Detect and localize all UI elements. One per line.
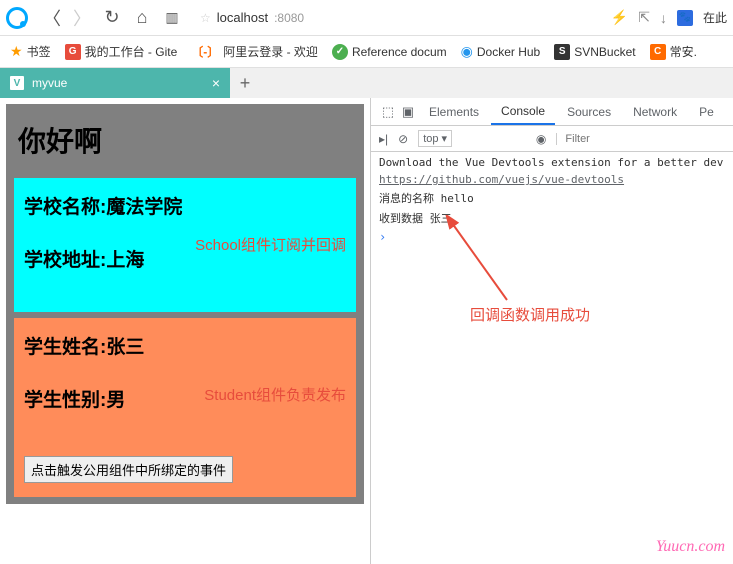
log-line: 消息的名称 hello	[379, 190, 725, 206]
context-select[interactable]: top ▾	[418, 130, 452, 147]
reader-button[interactable]: ▥	[162, 9, 182, 26]
greeting-heading: 你好啊	[14, 112, 356, 178]
school-annotation: School组件订阅并回调	[195, 234, 346, 255]
docker-icon: ◉	[461, 43, 473, 60]
tab-network[interactable]: Network	[623, 98, 687, 125]
bookmarks-bar: ★ 书签 G 我的工作台 - Gite 〔-〕 阿里云登录 - 欢迎 ✓ Ref…	[0, 36, 733, 68]
url-port: :8080	[274, 11, 304, 25]
tab-title: myvue	[32, 76, 204, 90]
vue-devtools-link[interactable]: https://github.com/vuejs/vue-devtools	[379, 173, 624, 186]
bookmark-gitee[interactable]: G 我的工作台 - Gite	[65, 43, 178, 60]
clear-console-icon[interactable]: ⊘	[398, 132, 408, 146]
trigger-event-button[interactable]: 点击触发公用组件中所绑定的事件	[24, 456, 233, 483]
reference-icon: ✓	[332, 44, 348, 60]
vue-icon: V	[10, 76, 24, 90]
browser-right-controls: ⚡ ⇱ ↓ 🐾 在此	[611, 9, 727, 26]
flash-icon[interactable]: ⚡	[611, 9, 628, 26]
home-button[interactable]: ⌂	[132, 7, 152, 28]
changan-icon: C	[650, 44, 666, 60]
filter-input[interactable]	[556, 133, 725, 145]
browser-logo	[6, 7, 28, 29]
share-icon[interactable]: ⇱	[638, 9, 650, 26]
tab-performance[interactable]: Pe	[689, 98, 724, 125]
url-bar[interactable]: ☆ localhost :8080	[200, 10, 601, 25]
bookmark-svn[interactable]: S SVNBucket	[554, 44, 635, 60]
paw-icon[interactable]: 🐾	[677, 10, 693, 26]
app-root: 你好啊 学校名称:魔法学院 学校地址:上海 School组件订阅并回调 学生姓名…	[6, 104, 364, 504]
console-log: Download the Vue Devtools extension for …	[371, 152, 733, 248]
school-name: 学校名称:魔法学院	[24, 192, 346, 219]
back-button[interactable]: 〈	[42, 5, 62, 31]
right-text: 在此	[703, 9, 727, 26]
url-host: localhost	[217, 10, 268, 25]
console-toolbar: ▸| ⊘ top ▾ ◉	[371, 126, 733, 152]
page-viewport: 你好啊 学校名称:魔法学院 学校地址:上海 School组件订阅并回调 学生姓名…	[0, 98, 370, 564]
tab-sources[interactable]: Sources	[557, 98, 621, 125]
bookmark-aliyun[interactable]: 〔-〕 阿里云登录 - 欢迎	[191, 43, 318, 60]
browser-top-bar: 〈 〉 ↻ ⌂ ▥ ☆ localhost :8080 ⚡ ⇱ ↓ 🐾 在此	[0, 0, 733, 36]
gitee-icon: G	[65, 44, 81, 60]
svn-icon: S	[554, 44, 570, 60]
student-component: 学生姓名:张三 学生性别:男 Student组件负责发布 点击触发公用组件中所绑…	[14, 318, 356, 497]
device-icon[interactable]: ▣	[399, 104, 417, 120]
eye-icon[interactable]: ◉	[536, 132, 546, 146]
star-icon: ★	[10, 43, 23, 60]
tab-bar: V myvue × +	[0, 68, 733, 98]
star-icon[interactable]: ☆	[200, 11, 211, 25]
devtools-panel: ⬚ ▣ Elements Console Sources Network Pe …	[370, 98, 733, 564]
bookmark-changan[interactable]: C 常安.	[650, 43, 697, 60]
forward-button[interactable]: 〉	[72, 5, 92, 31]
student-annotation: Student组件负责发布	[204, 384, 346, 405]
log-line: 收到数据 张三	[379, 210, 725, 226]
reload-button[interactable]: ↻	[102, 7, 122, 28]
tab-myvue[interactable]: V myvue ×	[0, 68, 230, 98]
bookmark-docker[interactable]: ◉ Docker Hub	[461, 43, 541, 60]
bookmark-reference[interactable]: ✓ Reference docum	[332, 44, 447, 60]
callback-annotation: 回调函数调用成功	[470, 304, 590, 325]
aliyun-icon: 〔-〕	[191, 43, 219, 60]
log-line: Download the Vue Devtools extension for …	[379, 156, 725, 169]
devtools-tabs: ⬚ ▣ Elements Console Sources Network Pe	[371, 98, 733, 126]
sidebar-toggle-icon[interactable]: ▸|	[379, 132, 388, 146]
inspect-icon[interactable]: ⬚	[379, 104, 397, 120]
close-icon[interactable]: ×	[212, 75, 220, 91]
bookmarks-label[interactable]: ★ 书签	[10, 43, 51, 60]
school-component: 学校名称:魔法学院 学校地址:上海 School组件订阅并回调	[14, 178, 356, 312]
console-prompt[interactable]: ›	[379, 230, 725, 244]
student-name: 学生姓名:张三	[24, 332, 346, 359]
tab-elements[interactable]: Elements	[419, 98, 489, 125]
download-icon[interactable]: ↓	[660, 10, 667, 26]
watermark: Yuucn.com	[656, 538, 725, 556]
tab-console[interactable]: Console	[491, 98, 555, 125]
new-tab-button[interactable]: +	[230, 68, 260, 98]
